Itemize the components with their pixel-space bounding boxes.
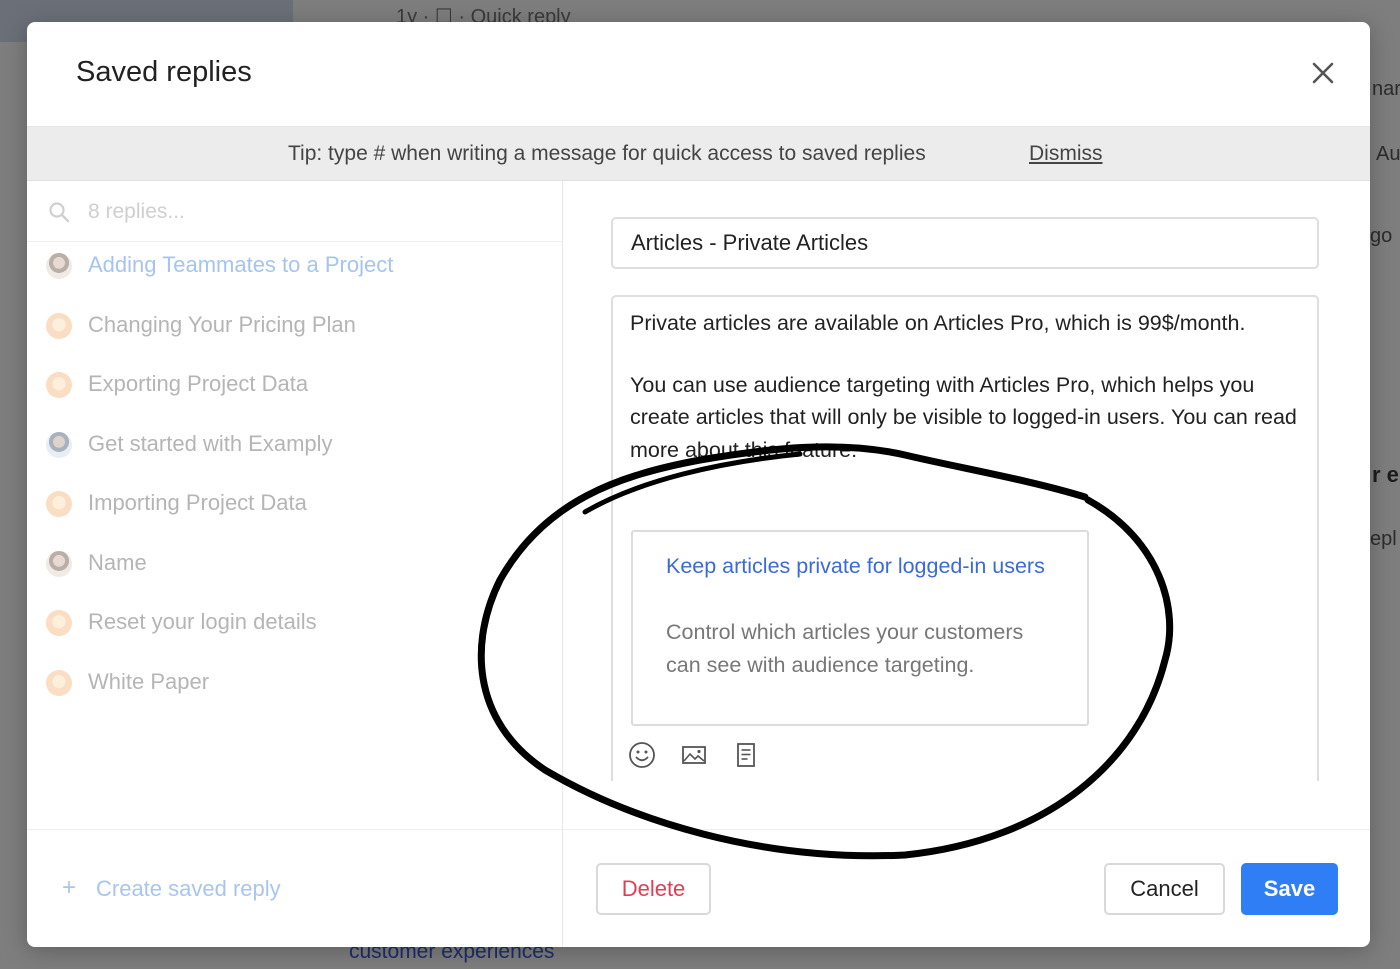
reply-title-input[interactable] bbox=[611, 217, 1319, 269]
reply-list-item[interactable]: Changing Your Pricing Plan bbox=[27, 302, 562, 352]
modal-header: Saved replies bbox=[27, 22, 1370, 127]
background-fragment: nar bbox=[1372, 78, 1400, 100]
reply-list-item[interactable]: Reset your login details bbox=[27, 599, 562, 649]
reply-list-item[interactable]: Exporting Project Data bbox=[27, 361, 562, 411]
create-saved-reply-button[interactable]: Create saved reply bbox=[96, 876, 281, 902]
reply-body-editor[interactable]: Private articles are available on Articl… bbox=[611, 295, 1319, 781]
reply-list-item-label: Reset your login details bbox=[88, 609, 317, 634]
dismiss-link[interactable]: Dismiss bbox=[1029, 142, 1103, 166]
saved-replies-modal: Saved replies Tip: type # when writing a… bbox=[27, 22, 1370, 947]
body-paragraph: Private articles are available on Articl… bbox=[630, 311, 1246, 335]
avatar bbox=[46, 610, 72, 636]
article-link-card[interactable]: Keep articles private for logged-in user… bbox=[631, 530, 1089, 726]
body-paragraph: You can use audience targeting with Arti… bbox=[630, 372, 1297, 462]
reply-list-item-label: Importing Project Data bbox=[88, 490, 307, 515]
reply-list-item[interactable]: Get started with Examply bbox=[27, 421, 562, 471]
close-button[interactable] bbox=[1308, 58, 1338, 88]
article-icon bbox=[737, 743, 755, 767]
save-button[interactable]: Save bbox=[1241, 863, 1338, 915]
avatar bbox=[46, 669, 72, 696]
reply-list-item-label: Name bbox=[88, 549, 147, 575]
image-icon bbox=[682, 746, 706, 764]
avatar bbox=[46, 253, 72, 279]
emoji-button[interactable] bbox=[627, 740, 657, 770]
avatar bbox=[46, 312, 72, 339]
search-icon bbox=[49, 202, 70, 223]
insert-image-button[interactable] bbox=[679, 740, 709, 770]
reply-body-text[interactable]: Private articles are available on Articl… bbox=[630, 307, 1310, 495]
tip-banner: Tip: type # when writing a message for q… bbox=[27, 127, 1370, 181]
tip-text: Tip: type # when writing a message for q… bbox=[288, 142, 926, 165]
background-fragment: go bbox=[1370, 225, 1393, 247]
avatar bbox=[46, 491, 72, 517]
reply-list-item-label: Exporting Project Data bbox=[88, 371, 309, 396]
cancel-button[interactable]: Cancel bbox=[1104, 863, 1225, 915]
delete-button[interactable]: Delete bbox=[596, 863, 711, 915]
background-fragment: Au bbox=[1376, 143, 1400, 165]
search-input[interactable] bbox=[88, 195, 528, 229]
insert-article-button[interactable] bbox=[731, 740, 761, 770]
modal-title: Saved replies bbox=[76, 56, 252, 88]
reply-list-item-label: White Paper bbox=[88, 668, 210, 694]
reply-editor: Private articles are available on Articl… bbox=[563, 181, 1370, 947]
reply-list-item[interactable]: White Paper bbox=[27, 659, 562, 709]
editor-footer: Delete Cancel Save bbox=[563, 829, 1370, 947]
reply-list-item-label: Get started with Examply bbox=[88, 430, 333, 456]
reply-list-item[interactable]: Name bbox=[27, 540, 562, 590]
avatar bbox=[46, 550, 72, 577]
reply-list-item-label: Adding Teammates to a Project bbox=[88, 252, 394, 277]
background-fragment: r e bbox=[1372, 462, 1399, 487]
article-link-description: Control which articles your customers ca… bbox=[666, 620, 1024, 677]
close-icon bbox=[1312, 62, 1334, 84]
reply-list-item-label: Changing Your Pricing Plan bbox=[88, 311, 356, 337]
sidebar-footer: + Create saved reply bbox=[27, 829, 562, 947]
article-link-title[interactable]: Keep articles private for logged-in user… bbox=[666, 550, 1066, 583]
avatar bbox=[46, 372, 72, 398]
avatar bbox=[46, 431, 72, 458]
reply-list-item[interactable]: Importing Project Data bbox=[27, 480, 562, 530]
emoji-icon bbox=[629, 742, 655, 768]
search-row bbox=[27, 181, 562, 242]
background-fragment: epl bbox=[1370, 528, 1397, 550]
plus-icon: + bbox=[62, 874, 77, 901]
replies-sidebar: Adding Teammates to a Project Changing Yo… bbox=[27, 181, 563, 947]
reply-list-item[interactable]: Adding Teammates to a Project bbox=[27, 242, 562, 292]
